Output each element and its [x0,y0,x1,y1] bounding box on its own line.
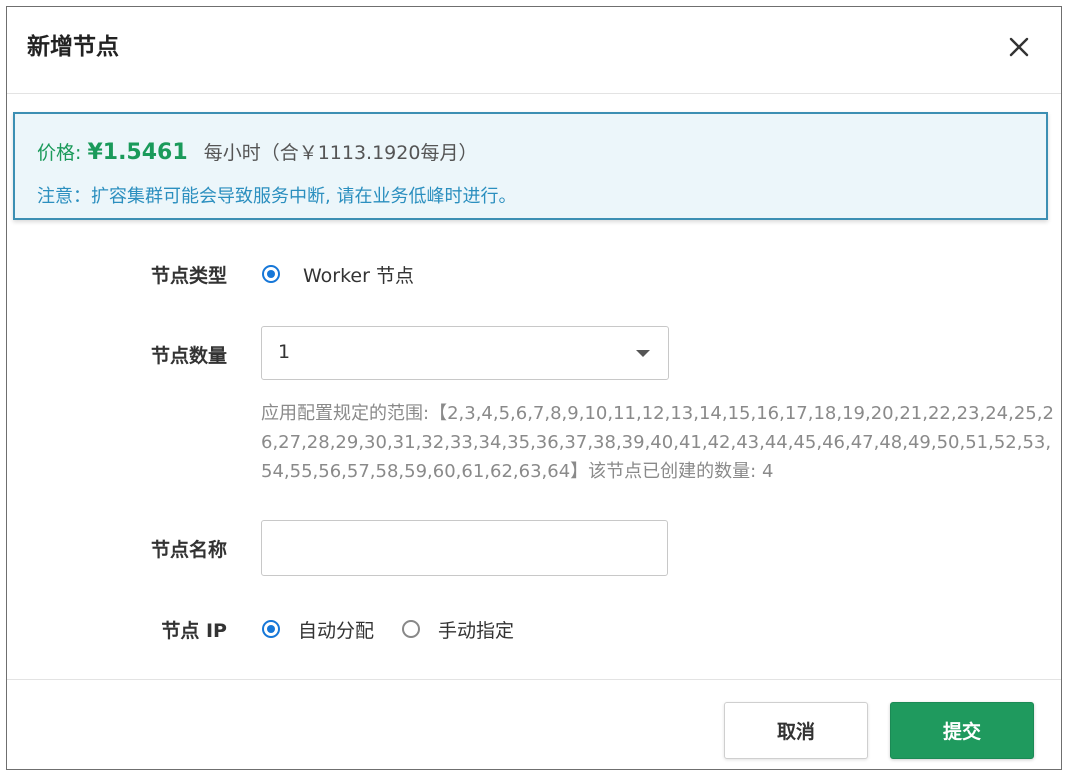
ip-manual-text: 手动指定 [438,620,515,642]
ip-auto-text: 自动分配 [298,620,375,642]
price-label: 价格: [37,142,82,164]
node-count-hint: 应用配置规定的范围:【2,3,4,5,6,7,8,9,10,11,12,13,1… [261,403,1054,482]
close-icon[interactable] [1003,31,1035,63]
dialog-header: 新增节点 [7,7,1061,94]
node-count-label: 节点数量 [150,345,227,367]
price-line: 价格: ¥1.5461 每小时（合￥1113.1920每月） [37,138,477,165]
ip-manual-radio[interactable] [402,620,420,638]
node-type-worker-radio[interactable] [262,265,280,283]
submit-button[interactable]: 提交 [890,702,1034,759]
node-name-input[interactable] [261,520,668,576]
node-ip-label: 节点 IP [161,620,227,642]
ip-auto-radio[interactable] [262,620,280,638]
dialog-title: 新增节点 [27,34,119,60]
node-name-label: 节点名称 [150,539,227,561]
dialog-footer: 取消 提交 [7,679,1061,769]
node-type-label: 节点类型 [150,265,227,287]
node-count-value: 1 [278,341,291,363]
price-suffix: 每小时（合￥1113.1920每月） [203,142,478,164]
cancel-button[interactable]: 取消 [724,702,868,759]
node-type-worker-text: Worker 节点 [303,265,414,287]
price-value: ¥1.5461 [87,140,188,165]
add-node-dialog: 新增节点 价格: ¥1.5461 每小时（合￥1113.1920每月） 注意：扩… [6,6,1062,770]
warning-text: 注意：扩容集群可能会导致服务中断, 请在业务低峰时进行。 [37,186,517,207]
node-count-select[interactable]: 1 [261,326,669,380]
price-notice: 价格: ¥1.5461 每小时（合￥1113.1920每月） 注意：扩容集群可能… [13,112,1048,220]
chevron-down-icon [636,350,650,357]
